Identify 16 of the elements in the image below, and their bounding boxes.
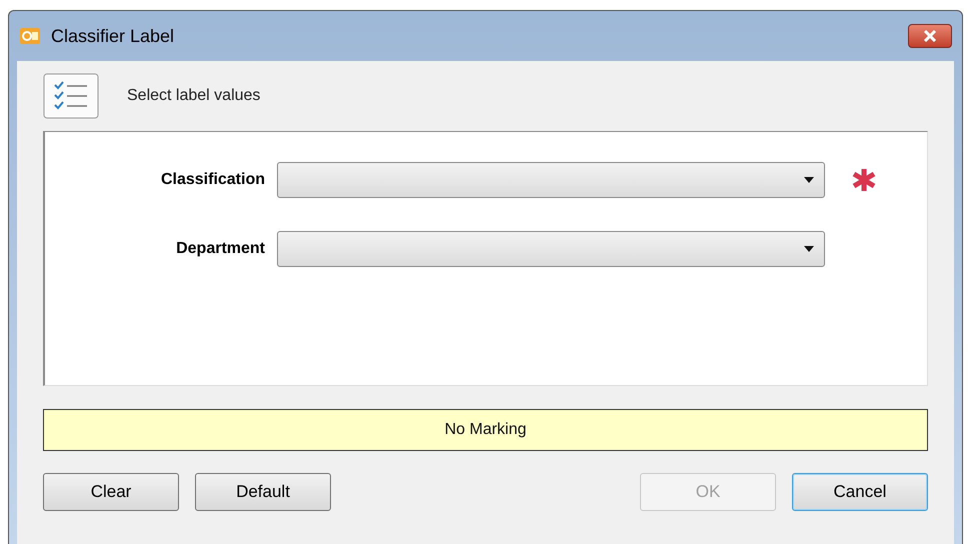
dropdown-field[interactable] xyxy=(277,231,825,267)
field-label: Department xyxy=(175,239,266,259)
dialog-button[interactable]: Clear xyxy=(43,473,179,511)
dropdown-field[interactable] xyxy=(277,162,825,198)
dropdown-arrow-icon xyxy=(804,246,814,252)
header-text: Select label values xyxy=(127,86,260,106)
dialog-button[interactable]: Default xyxy=(195,473,331,511)
close-icon xyxy=(923,30,937,42)
marking-text: No Marking xyxy=(444,420,526,440)
dropdown-arrow-icon xyxy=(804,177,814,183)
window-title: Classifier Label xyxy=(51,24,174,48)
checklist-icon xyxy=(43,73,99,119)
dialog-button[interactable]: Cancel xyxy=(792,473,928,511)
field-label: Classification xyxy=(160,170,266,190)
close-button[interactable] xyxy=(908,24,952,48)
app-icon xyxy=(19,25,41,47)
